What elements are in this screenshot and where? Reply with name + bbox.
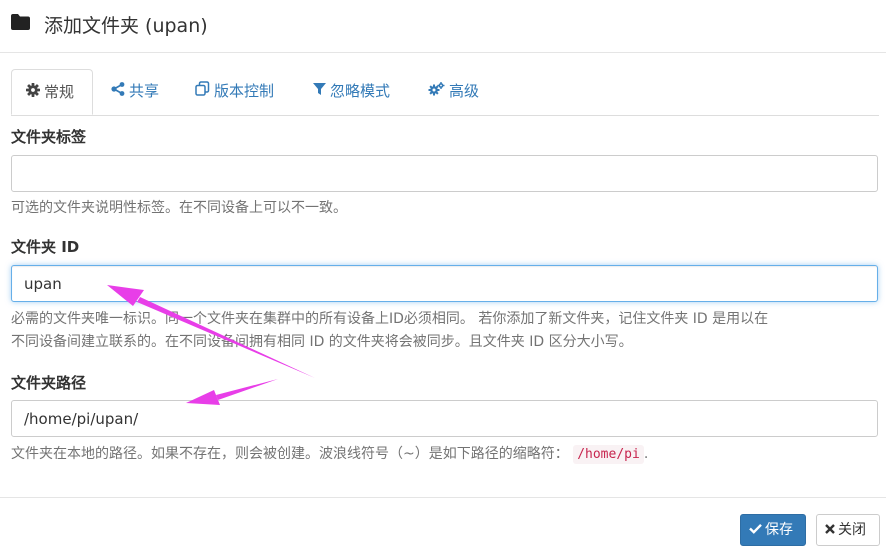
cogs-icon bbox=[428, 69, 445, 114]
folder-path-help-end: . bbox=[643, 446, 649, 462]
folder-path-label: 文件夹路径 bbox=[11, 374, 87, 392]
copy-icon bbox=[195, 69, 210, 114]
folder-id-label: 文件夹 ID bbox=[11, 238, 80, 256]
folder-path-help: 文件夹在本地的路径。如果不存在，则会被创建。波浪线符号（~）是如下路径的缩略符：… bbox=[11, 443, 881, 466]
tab-ignore-patterns-label: 忽略模式 bbox=[330, 82, 391, 100]
tab-advanced-label: 高级 bbox=[449, 82, 480, 100]
tab-sharing-label: 共享 bbox=[129, 82, 160, 100]
filter-icon bbox=[313, 69, 326, 114]
close-button[interactable]: 关闭 bbox=[816, 514, 880, 546]
tab-versioning-label: 版本控制 bbox=[214, 82, 275, 100]
folder-path-input[interactable] bbox=[11, 400, 878, 437]
folder-path-help-text: 文件夹在本地的路径。如果不存在，则会被创建。波浪线符号（~）是如下路径的缩略符： bbox=[11, 446, 569, 462]
dialog-header: 添加文件夹 (upan) bbox=[0, 0, 886, 53]
share-icon bbox=[111, 69, 125, 114]
save-button[interactable]: 保存 bbox=[740, 514, 806, 546]
folder-label-label: 文件夹标签 bbox=[11, 128, 87, 146]
folder-label-input[interactable] bbox=[11, 155, 878, 192]
tab-sharing[interactable]: 共享 bbox=[111, 69, 159, 114]
close-button-label: 关闭 bbox=[838, 522, 866, 538]
tab-bar: 常规 共享 版本控制 忽略模式 高级 bbox=[11, 69, 879, 116]
folder-id-help-line2: 不同设备间建立联系的。在不同设备间拥有相同 ID 的文件夹将会被同步。且文件夹 … bbox=[11, 334, 633, 350]
tab-general[interactable]: 常规 bbox=[11, 69, 93, 115]
folder-id-help: 必需的文件夹唯一标识。同一个文件夹在集群中的所有设备上ID必须相同。 若你添加了… bbox=[11, 308, 881, 354]
folder-id-help-line1: 必需的文件夹唯一标识。同一个文件夹在集群中的所有设备上ID必须相同。 若你添加了… bbox=[11, 311, 769, 327]
gear-icon bbox=[26, 70, 40, 115]
check-icon bbox=[749, 515, 762, 545]
folder-label-help: 可选的文件夹说明性标签。在不同设备上可以不一致。 bbox=[11, 200, 347, 216]
tab-versioning[interactable]: 版本控制 bbox=[195, 69, 274, 114]
home-path-code: /home/pi bbox=[573, 445, 644, 464]
close-icon bbox=[825, 515, 835, 545]
folder-id-input[interactable] bbox=[11, 265, 878, 302]
dialog-footer: 保存 关闭 bbox=[0, 497, 886, 553]
tab-advanced[interactable]: 高级 bbox=[428, 69, 479, 114]
dialog-title: 添加文件夹 (upan) bbox=[44, 15, 208, 37]
tab-general-label: 常规 bbox=[44, 83, 75, 101]
tab-ignore-patterns[interactable]: 忽略模式 bbox=[313, 69, 390, 114]
save-button-label: 保存 bbox=[765, 522, 793, 538]
folder-icon bbox=[11, 13, 30, 34]
